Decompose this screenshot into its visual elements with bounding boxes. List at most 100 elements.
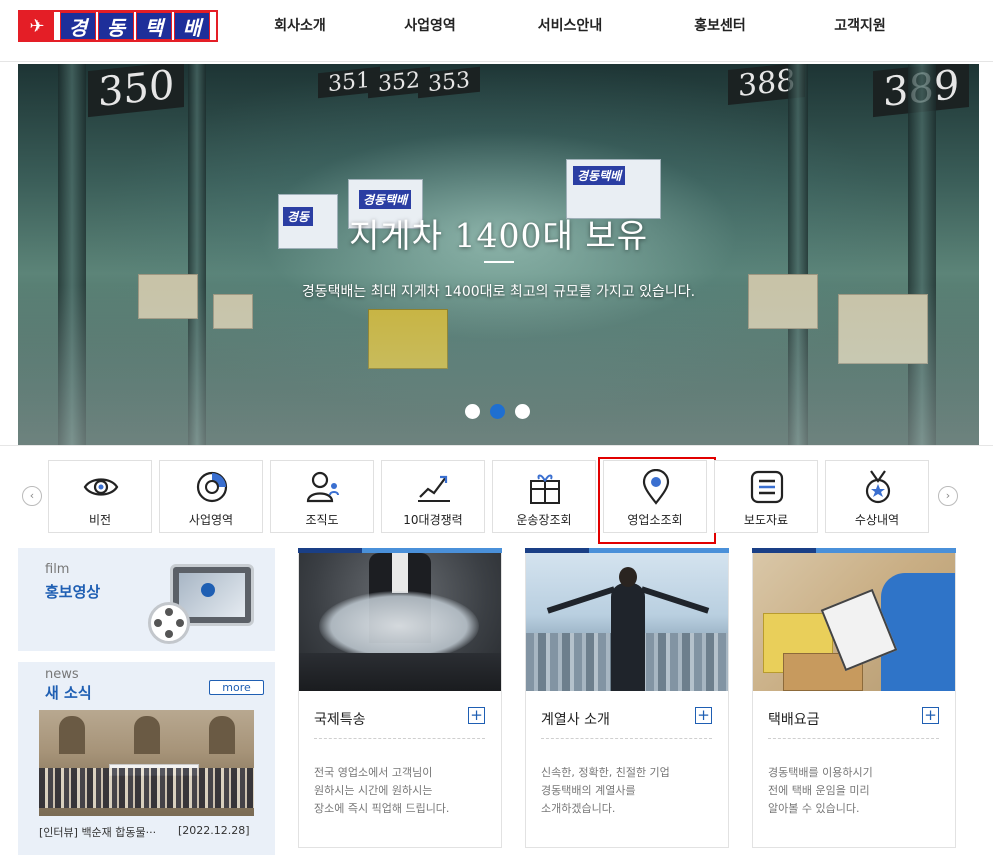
- hero-divider: [484, 261, 514, 263]
- card-desc-line: 신속한, 정확한, 친절한 기업: [541, 766, 670, 779]
- nav-services[interactable]: 서비스안내: [500, 0, 640, 52]
- nav-pr-center[interactable]: 홍보센터: [640, 0, 800, 52]
- logo-char: 배: [174, 12, 210, 40]
- arm-left: [546, 586, 616, 614]
- card-affiliates[interactable]: 계열사 소개 + 신속한, 정확한, 친절한 기업 경동택배의 계열사를 소개하…: [525, 548, 729, 848]
- card-desc-line: 원하시는 시간에 원하시는: [314, 784, 433, 797]
- news-caption[interactable]: [인터뷰] 백순재 합동물···: [39, 824, 156, 840]
- card-divider: [541, 738, 712, 739]
- shirt: [392, 553, 408, 593]
- bay-number: 350: [88, 64, 185, 118]
- nav-company[interactable]: 회사소개: [240, 0, 360, 52]
- person-icon: [306, 471, 339, 503]
- film-label-en: film: [45, 562, 70, 577]
- quick-menu-business[interactable]: 사업영역: [159, 460, 263, 533]
- news-label-en: news: [45, 667, 79, 682]
- reel-hole: [176, 619, 184, 627]
- logo-char: 택: [136, 12, 172, 40]
- quick-menu-organization[interactable]: 조직도: [270, 460, 374, 533]
- card-description: 전국 영업소에서 고객님이 원하시는 시간에 원하시는 장소에 즉시 픽업해 드…: [314, 764, 491, 818]
- slider-dot[interactable]: [515, 404, 530, 419]
- quick-menu-label: 조직도: [305, 513, 339, 527]
- card-international[interactable]: 국제특송 + 전국 영업소에서 고객님이 원하시는 시간에 원하시는 장소에 즉…: [298, 548, 502, 848]
- document-icon: [750, 470, 784, 504]
- card-description: 신속한, 정확한, 친절한 기업 경동택배의 계열사를 소개하겠습니다.: [541, 764, 718, 818]
- card-image-city: [526, 553, 728, 691]
- card-title: 국제특송: [314, 712, 366, 728]
- courier-figure: [881, 573, 955, 691]
- chevron-right-icon[interactable]: ›: [938, 486, 958, 506]
- site-logo[interactable]: ✈ 경 동 택 배: [18, 10, 218, 42]
- quick-menu-tracking[interactable]: 운송장조회: [492, 460, 596, 533]
- plus-icon[interactable]: +: [695, 707, 712, 724]
- plus-icon[interactable]: +: [922, 707, 939, 724]
- card-desc-line: 경동택배의 계열사를: [541, 784, 636, 797]
- news-photo[interactable]: [39, 710, 254, 816]
- hands: [299, 653, 501, 691]
- hero-subtitle: 경동택배는 최대 지게차 1400대로 최고의 규모를 가지고 있습니다.: [301, 284, 696, 300]
- bay-number: 353: [418, 66, 480, 99]
- news-more-button[interactable]: more: [209, 680, 264, 695]
- news-date: [2022.12.28]: [178, 824, 250, 837]
- reel-hole: [165, 608, 173, 616]
- card-image-delivery: [753, 553, 955, 691]
- card-desc-line: 경동택배를 이용하시기: [768, 766, 873, 779]
- card-desc-line: 전에 택배 운임을 미리: [768, 784, 870, 797]
- eye-icon: [83, 478, 119, 496]
- nav-business[interactable]: 사업영역: [360, 0, 500, 52]
- chevron-left-icon[interactable]: ‹: [22, 486, 42, 506]
- news-title: 새 소식: [45, 684, 92, 702]
- nav-support[interactable]: 고객지원: [800, 0, 920, 52]
- card-desc-line: 소개하겠습니다.: [541, 802, 616, 815]
- world-map-glow: [319, 591, 479, 661]
- card-divider: [768, 738, 939, 739]
- quick-menu-awards[interactable]: 수상내역: [825, 460, 929, 533]
- group-crowd: [39, 768, 254, 808]
- site-header: ✈ 경 동 택 배 회사소개 사업영역 서비스안내 홍보센터 고객지원: [0, 0, 993, 62]
- card-divider: [314, 738, 485, 739]
- section-divider: [0, 445, 993, 446]
- selection-highlight: [598, 457, 716, 544]
- hero-banner: 350 351 352 353 388 389 경동택배 경동택배 경동 지게차…: [18, 64, 979, 445]
- hero-title: 지게차 1400대 보유: [348, 216, 649, 255]
- quick-menu-label: 10대경쟁력: [403, 513, 463, 527]
- quick-menu-vision[interactable]: 비전: [48, 460, 152, 533]
- building-arch: [209, 716, 235, 754]
- film-title: 홍보영상: [45, 583, 101, 601]
- card-title: 계열사 소개: [541, 712, 610, 728]
- medal-icon: [865, 470, 891, 504]
- quick-menu-label: 사업영역: [188, 513, 234, 527]
- logo-char: 동: [98, 12, 134, 40]
- pie-chart-icon: [196, 471, 228, 503]
- card-description: 경동택배를 이용하시기 전에 택배 운임을 미리 알아볼 수 있습니다.: [768, 764, 945, 818]
- film-reel-icon: [148, 602, 190, 644]
- quick-menu-label: 운송장조회: [516, 513, 572, 527]
- arm-right: [640, 586, 710, 614]
- main-nav: 회사소개 사업영역 서비스안내 홍보센터 고객지원: [240, 0, 920, 52]
- card-desc-line: 전국 영업소에서 고객님이: [314, 766, 433, 779]
- building-arch: [134, 716, 160, 754]
- floor-light: [18, 285, 979, 445]
- plus-icon[interactable]: +: [468, 707, 485, 724]
- card-desc-line: 장소에 즉시 픽업해 드립니다.: [314, 802, 450, 815]
- reel-hole: [165, 630, 173, 638]
- news-box: news 새 소식 more [인터뷰] 백순재 합동물··· [2022.12…: [18, 662, 275, 855]
- logo-runner-icon: ✈: [20, 12, 54, 40]
- card-title: 택배요금: [768, 712, 820, 728]
- quick-menu-label: 수상내역: [854, 513, 900, 527]
- logo-char: 경: [60, 12, 96, 40]
- slider-dot[interactable]: [465, 404, 480, 419]
- card-shipping-rates[interactable]: 택배요금 + 경동택배를 이용하시기 전에 택배 운임을 미리 알아볼 수 있습…: [752, 548, 956, 848]
- play-icon: [201, 583, 215, 597]
- slider-dot-active[interactable]: [490, 404, 505, 419]
- quick-menu-competitiveness[interactable]: 10대경쟁력: [381, 460, 485, 533]
- truck-label: 경동택배: [573, 166, 626, 185]
- logo-text: 경 동 택 배: [54, 12, 216, 40]
- gift-box-icon: [530, 474, 560, 504]
- businessman-back: [611, 583, 645, 691]
- trend-chart-icon: [418, 475, 450, 502]
- quick-menu-press[interactable]: 보도자료: [714, 460, 818, 533]
- quick-menu-label: 비전: [88, 513, 112, 527]
- promo-video-box[interactable]: film 홍보영상: [18, 548, 275, 651]
- reel-hole: [154, 619, 162, 627]
